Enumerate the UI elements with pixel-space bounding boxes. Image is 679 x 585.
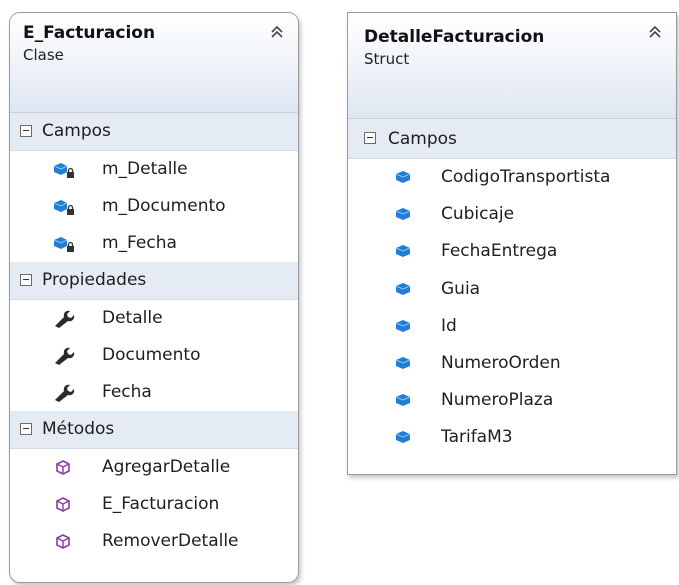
field-item[interactable]: m_Fecha bbox=[10, 225, 298, 262]
section-campos[interactable]: Campos bbox=[10, 113, 298, 151]
struct-stereotype: Struct bbox=[364, 50, 410, 68]
section-label: Campos bbox=[42, 121, 111, 141]
field-item[interactable]: m_Detalle bbox=[10, 151, 298, 188]
collapse-chevron-icon[interactable] bbox=[268, 23, 286, 41]
field-icon bbox=[395, 171, 411, 183]
property-item[interactable]: Fecha bbox=[10, 374, 298, 411]
property-item[interactable]: Detalle bbox=[10, 300, 298, 337]
class-e-facturacion[interactable]: E_Facturacion Clase Campos m_Detalle m_D… bbox=[9, 12, 299, 583]
field-icon bbox=[395, 319, 411, 332]
section-label: Métodos bbox=[42, 419, 115, 439]
field-name: NumeroPlaza bbox=[441, 390, 554, 411]
field-name: TarifaM3 bbox=[441, 427, 513, 448]
collapse-toggle-icon[interactable] bbox=[20, 274, 32, 286]
field-item[interactable]: TarifaM3 bbox=[348, 419, 676, 456]
class-header: E_Facturacion Clase bbox=[10, 13, 298, 113]
field-name: Id bbox=[441, 315, 457, 336]
property-item[interactable]: Documento bbox=[10, 337, 298, 374]
field-item[interactable]: m_Documento bbox=[10, 188, 298, 225]
private-field-icon bbox=[53, 163, 74, 178]
method-name: E_Facturacion bbox=[102, 494, 220, 514]
private-field-icon bbox=[53, 200, 74, 215]
field-item[interactable]: NumeroOrden bbox=[348, 345, 676, 382]
property-name: Detalle bbox=[102, 308, 163, 328]
section-campos[interactable]: Campos bbox=[348, 119, 676, 159]
section-metodos[interactable]: Métodos bbox=[10, 411, 298, 449]
field-name: Guia bbox=[441, 278, 481, 299]
class-name: E_Facturacion bbox=[23, 23, 156, 43]
private-field-icon bbox=[53, 237, 74, 252]
field-icon bbox=[395, 356, 411, 369]
field-name: m_Documento bbox=[102, 196, 226, 216]
method-name: RemoverDetalle bbox=[102, 531, 239, 551]
field-name: NumeroOrden bbox=[441, 352, 561, 373]
collapse-toggle-icon[interactable] bbox=[364, 132, 376, 144]
collapse-toggle-icon[interactable] bbox=[20, 423, 32, 435]
field-name: m_Detalle bbox=[102, 159, 188, 179]
struct-name: DetalleFacturacion bbox=[364, 27, 545, 47]
field-item[interactable]: NumeroPlaza bbox=[348, 382, 676, 419]
field-name: Cubicaje bbox=[441, 204, 515, 225]
field-icon bbox=[395, 208, 411, 221]
method-name: AgregarDetalle bbox=[102, 457, 231, 477]
field-icon bbox=[395, 282, 411, 295]
method-cube-icon bbox=[56, 497, 70, 512]
method-item[interactable]: AgregarDetalle bbox=[10, 449, 298, 486]
section-propiedades[interactable]: Propiedades bbox=[10, 262, 298, 300]
property-name: Documento bbox=[102, 345, 201, 365]
struct-header: DetalleFacturacion Struct bbox=[348, 13, 676, 119]
property-name: Fecha bbox=[102, 382, 152, 402]
field-item[interactable]: Cubicaje bbox=[348, 196, 676, 233]
field-name: FechaEntrega bbox=[441, 241, 558, 262]
section-label: Campos bbox=[388, 129, 457, 149]
method-item[interactable]: RemoverDetalle bbox=[10, 523, 298, 560]
field-icon bbox=[395, 394, 411, 407]
method-item[interactable]: E_Facturacion bbox=[10, 486, 298, 523]
method-cube-icon bbox=[56, 460, 70, 475]
field-item[interactable]: Id bbox=[348, 308, 676, 345]
field-item[interactable]: FechaEntrega bbox=[348, 233, 676, 270]
collapse-toggle-icon[interactable] bbox=[20, 125, 32, 137]
wrench-icon bbox=[55, 347, 75, 365]
section-label: Propiedades bbox=[42, 270, 147, 290]
wrench-icon bbox=[55, 384, 75, 402]
field-name: CodigoTransportista bbox=[441, 167, 611, 187]
field-icon bbox=[395, 431, 411, 444]
method-cube-icon bbox=[56, 534, 70, 549]
collapse-chevron-icon[interactable] bbox=[646, 23, 664, 41]
field-name: m_Fecha bbox=[102, 233, 177, 253]
class-stereotype: Clase bbox=[23, 46, 64, 64]
wrench-icon bbox=[55, 310, 75, 328]
field-item[interactable]: Guia bbox=[348, 271, 676, 308]
struct-detalle-facturacion[interactable]: DetalleFacturacion Struct Campos CodigoT… bbox=[347, 12, 677, 475]
field-icon bbox=[395, 245, 411, 258]
field-item[interactable]: CodigoTransportista bbox=[348, 159, 676, 196]
